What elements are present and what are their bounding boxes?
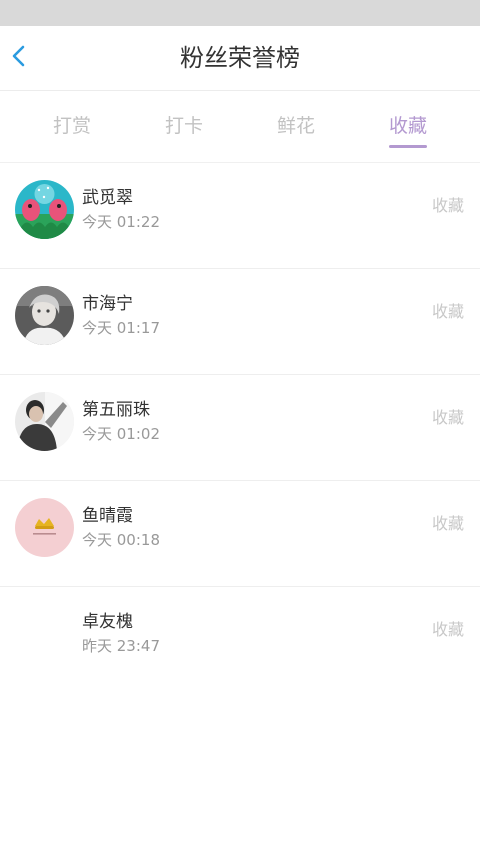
avatar bbox=[15, 392, 74, 451]
fan-name: 鱼晴霞 bbox=[82, 506, 133, 526]
fan-name: 武觅翠 bbox=[82, 188, 133, 208]
tab-checkin[interactable]: 打卡 bbox=[134, 91, 234, 162]
action-label: 收藏 bbox=[431, 514, 464, 533]
tab-label: 打卡 bbox=[164, 115, 203, 137]
active-tab-indicator bbox=[389, 145, 427, 148]
avatar bbox=[15, 180, 74, 239]
tab-reward[interactable]: 打赏 bbox=[22, 91, 122, 162]
fan-name: 市海宁 bbox=[82, 294, 133, 314]
tab-bar: 打赏 打卡 鲜花 收藏 bbox=[0, 91, 480, 163]
fan-time: 今天 01:02 bbox=[82, 425, 160, 443]
list-item[interactable]: 市海宁 今天 01:17 收藏 bbox=[0, 269, 480, 375]
action-label: 收藏 bbox=[431, 620, 464, 639]
avatar bbox=[15, 286, 74, 345]
tab-label: 打赏 bbox=[52, 115, 91, 137]
chevron-left-icon bbox=[10, 44, 26, 72]
fan-list: 武觅翠 今天 01:22 收藏 市海宁 今天 01:17 收藏 第五丽珠 今天 … bbox=[0, 163, 480, 693]
header: 粉丝荣誉榜 bbox=[0, 26, 480, 91]
list-item[interactable]: 武觅翠 今天 01:22 收藏 bbox=[0, 163, 480, 269]
tab-flowers[interactable]: 鲜花 bbox=[246, 91, 346, 162]
fan-name: 第五丽珠 bbox=[82, 400, 150, 420]
fan-time: 今天 01:17 bbox=[82, 319, 160, 337]
tab-label: 鲜花 bbox=[276, 115, 315, 137]
list-item[interactable]: 卓友槐 昨天 23:47 收藏 bbox=[0, 587, 480, 693]
back-button[interactable] bbox=[0, 26, 36, 90]
action-label: 收藏 bbox=[431, 302, 464, 321]
page-title: 粉丝荣誉榜 bbox=[180, 44, 300, 72]
action-label: 收藏 bbox=[431, 196, 464, 215]
tab-label: 收藏 bbox=[388, 115, 427, 137]
status-bar bbox=[0, 0, 480, 26]
action-label: 收藏 bbox=[431, 408, 464, 427]
tab-favorites[interactable]: 收藏 bbox=[358, 91, 458, 162]
fan-time: 昨天 23:47 bbox=[82, 637, 160, 655]
avatar bbox=[15, 498, 74, 557]
list-item[interactable]: 鱼晴霞 今天 00:18 收藏 bbox=[0, 481, 480, 587]
fan-time: 今天 01:22 bbox=[82, 213, 160, 231]
fan-name: 卓友槐 bbox=[82, 612, 133, 632]
avatar bbox=[15, 604, 74, 663]
fan-time: 今天 00:18 bbox=[82, 531, 160, 549]
list-item[interactable]: 第五丽珠 今天 01:02 收藏 bbox=[0, 375, 480, 481]
